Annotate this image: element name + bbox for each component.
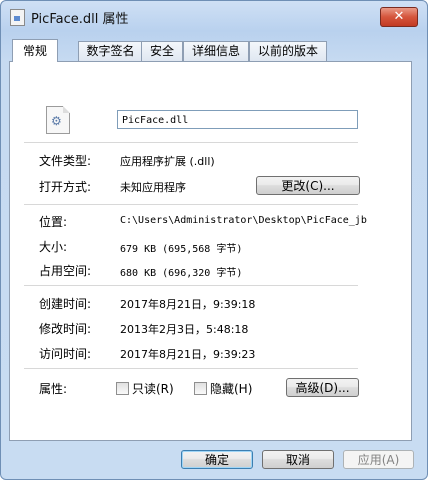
- separator: [24, 285, 358, 286]
- separator: [24, 368, 358, 369]
- accessed-value: 2017年8月21日，9:39:23: [120, 348, 256, 361]
- attributes-label: 属性:: [39, 382, 68, 396]
- tab-general[interactable]: 常规: [12, 39, 58, 62]
- dialog-client: 常规 数字签名 安全 详细信息 以前的版本 PicFace.dll 文件类型: …: [9, 31, 419, 471]
- advanced-button[interactable]: 高级(D)...: [286, 378, 359, 397]
- created-label: 创建时间:: [39, 297, 92, 311]
- apply-button[interactable]: 应用(A): [343, 450, 414, 469]
- cancel-button[interactable]: 取消: [262, 450, 334, 469]
- hidden-label[interactable]: 隐藏(H): [210, 380, 252, 397]
- separator: [24, 142, 358, 143]
- size-value: 679 KB (695,568 字节): [120, 244, 243, 255]
- modified-label: 修改时间:: [39, 322, 92, 336]
- file-type-value: 应用程序扩展 (.dll): [120, 155, 215, 168]
- title-bar[interactable]: PicFace.dll 属性 ✕: [1, 1, 427, 31]
- dll-file-icon: [10, 9, 25, 26]
- open-with-value: 未知应用程序: [120, 181, 186, 194]
- separator: [24, 204, 358, 205]
- readonly-label[interactable]: 只读(R): [132, 380, 174, 397]
- tab-previous-versions[interactable]: 以前的版本: [249, 41, 327, 61]
- close-button[interactable]: ✕: [380, 7, 418, 27]
- file-type-label: 文件类型:: [39, 154, 92, 168]
- created-value: 2017年8月21日，9:39:18: [120, 298, 256, 311]
- size-on-disk-label: 占用空间:: [39, 264, 92, 278]
- tab-security[interactable]: 安全: [141, 41, 183, 61]
- size-on-disk-value: 680 KB (696,320 字节): [120, 268, 243, 279]
- tab-details[interactable]: 详细信息: [183, 41, 249, 61]
- dll-file-icon: [46, 106, 70, 134]
- hidden-checkbox[interactable]: [194, 382, 207, 395]
- change-button[interactable]: 更改(C)...: [256, 176, 360, 195]
- file-name-field[interactable]: PicFace.dll: [117, 110, 358, 129]
- tab-digital-signatures[interactable]: 数字签名: [78, 41, 143, 61]
- properties-window: PicFace.dll 属性 ✕ 常规 数字签名 安全 详细信息 以前的版本 P…: [0, 0, 428, 480]
- location-label: 位置:: [39, 215, 68, 229]
- size-label: 大小:: [39, 240, 68, 254]
- accessed-label: 访问时间:: [39, 347, 92, 361]
- readonly-checkbox[interactable]: [116, 382, 129, 395]
- general-panel: PicFace.dll 文件类型: 应用程序扩展 (.dll) 打开方式: 未知…: [9, 61, 412, 441]
- ok-button[interactable]: 确定: [181, 450, 253, 469]
- modified-value: 2013年2月3日，5:48:18: [120, 323, 249, 336]
- open-with-label: 打开方式:: [39, 180, 92, 194]
- window-title: PicFace.dll 属性: [31, 12, 129, 27]
- location-value: C:\Users\Administrator\Desktop\PicFace_j…: [120, 215, 367, 226]
